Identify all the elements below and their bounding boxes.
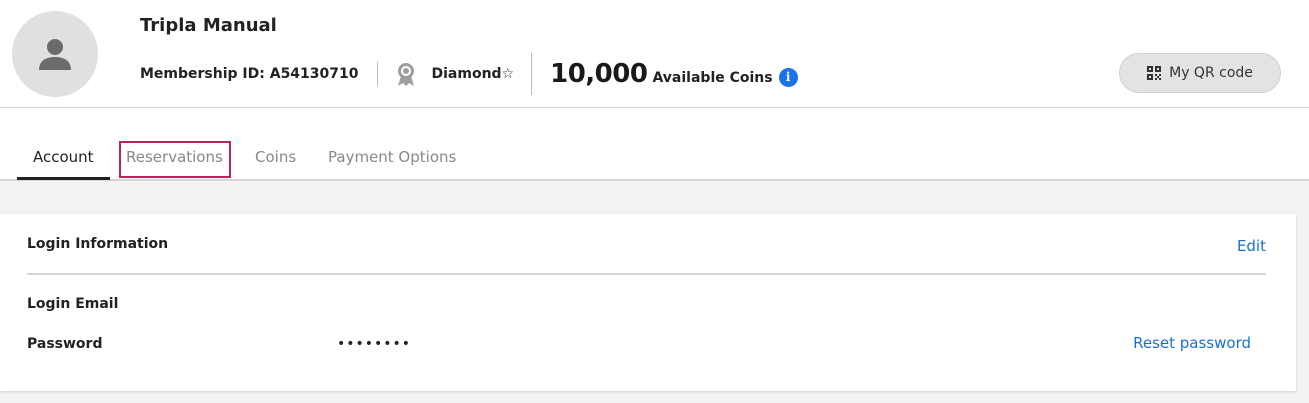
- my-qr-code-button[interactable]: My QR code: [1119, 53, 1281, 93]
- user-avatar-icon: [39, 39, 71, 70]
- divider: [376, 62, 378, 86]
- active-tab-indicator: [17, 177, 110, 180]
- info-icon[interactable]: i: [778, 67, 798, 87]
- login-information-card: Login Information Edit Login Email Passw…: [0, 214, 1296, 391]
- coins-value: 10,000: [550, 59, 648, 89]
- card-divider: [27, 273, 1266, 275]
- reservations-tab-highlight: [119, 141, 231, 178]
- profile-header: Tripla Manual Membership ID: A54130710 D…: [0, 0, 1309, 108]
- user-name: Tripla Manual: [140, 15, 277, 36]
- membership-row: Membership ID: A54130710 Diamond☆ 10,000…: [140, 52, 798, 96]
- password-label: Password: [27, 336, 103, 352]
- qr-button-label: My QR code: [1169, 65, 1253, 81]
- tab-account[interactable]: Account: [33, 148, 94, 166]
- edit-link[interactable]: Edit: [1237, 237, 1266, 255]
- password-value: ••••••••: [337, 336, 412, 352]
- content-area: Login Information Edit Login Email Passw…: [0, 181, 1309, 403]
- qr-code-icon: [1147, 66, 1162, 80]
- avatar: [12, 11, 98, 97]
- reset-password-link[interactable]: Reset password: [1133, 334, 1251, 352]
- membership-id: Membership ID: A54130710: [140, 66, 359, 82]
- tab-coins[interactable]: Coins: [255, 148, 296, 166]
- rank-label: Diamond☆: [431, 66, 515, 82]
- ribbon-badge-icon: [397, 63, 414, 86]
- tab-bar: Account Reservations Coins Payment Optio…: [0, 108, 1309, 181]
- tab-payment-options[interactable]: Payment Options: [328, 148, 456, 166]
- divider: [531, 53, 533, 95]
- card-title: Login Information: [27, 236, 169, 252]
- coins-label: Available Coins: [652, 70, 773, 86]
- login-email-label: Login Email: [27, 296, 119, 312]
